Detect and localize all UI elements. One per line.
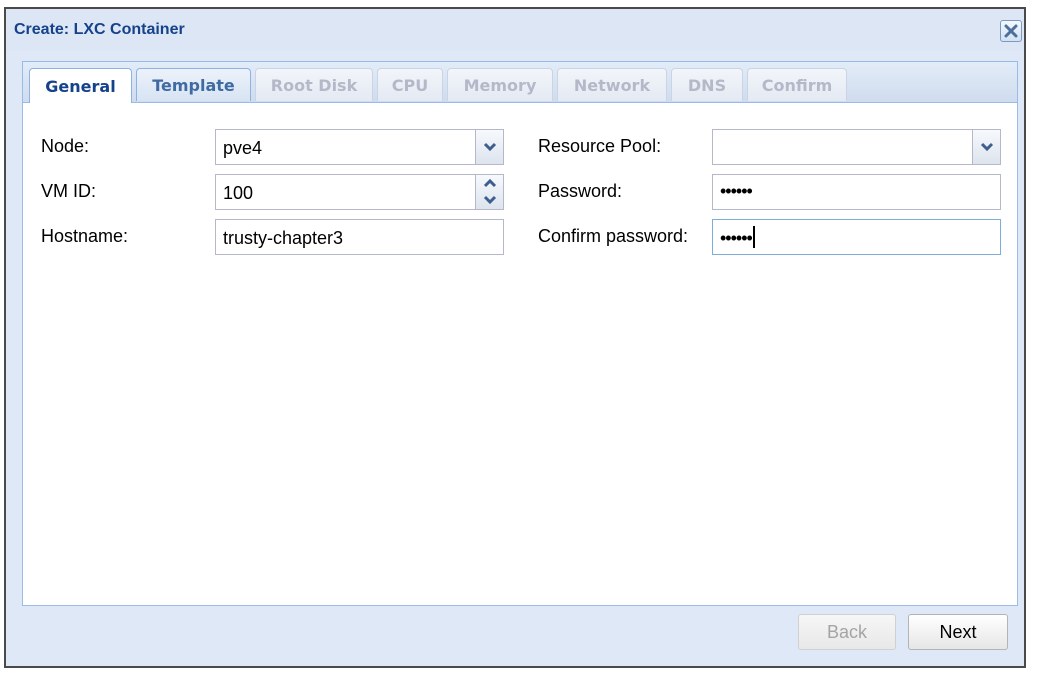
password-label: Password: (538, 181, 623, 201)
tab-root-disk[interactable]: Root Disk (255, 68, 373, 101)
node-select[interactable]: pve4 (215, 129, 504, 165)
tab-general[interactable]: General (29, 68, 132, 103)
resource-pool-label: Resource Pool: (538, 136, 662, 156)
confirm-password-label: Confirm password: (538, 226, 689, 246)
node-dropdown-trigger[interactable] (475, 130, 503, 164)
chevron-down-icon (483, 142, 496, 152)
spin-up-button[interactable] (476, 175, 503, 192)
dialog-titlebar[interactable]: Create: LXC Container (6, 9, 1024, 51)
tab-confirm[interactable]: Confirm (747, 68, 847, 101)
chevron-down-icon (980, 142, 993, 152)
close-icon (1004, 24, 1018, 38)
hostname-label: Hostname: (41, 226, 129, 246)
tab-strip: General Template Root Disk CPU Memory Ne… (23, 62, 1017, 103)
vmid-label: VM ID: (41, 181, 97, 201)
tab-panel: General Template Root Disk CPU Memory Ne… (22, 61, 1018, 606)
vmid-value: 100 (223, 183, 254, 203)
tab-network[interactable]: Network (557, 68, 667, 101)
text-caret (752, 226, 755, 248)
close-button[interactable] (1000, 20, 1022, 42)
hostname-value: trusty-chapter3 (223, 228, 344, 248)
resource-pool-dropdown-trigger[interactable] (972, 130, 1000, 164)
vmid-spinner[interactable]: 100 (215, 174, 504, 210)
next-button[interactable]: Next (908, 614, 1008, 650)
tab-dns[interactable]: DNS (671, 68, 743, 101)
back-button[interactable]: Back (798, 614, 896, 650)
chevron-down-icon (483, 195, 496, 204)
password-input[interactable]: •••••• (712, 174, 1001, 210)
node-label: Node: (41, 136, 90, 156)
confirm-password-input[interactable]: •••••• (712, 219, 1001, 255)
password-mask: •••••• (720, 181, 753, 201)
create-lxc-dialog: Create: LXC Container General Template R… (4, 7, 1026, 668)
tab-memory[interactable]: Memory (447, 68, 553, 101)
tab-cpu[interactable]: CPU (377, 68, 443, 101)
dialog-title: Create: LXC Container (14, 21, 185, 38)
hostname-input[interactable]: trusty-chapter3 (215, 219, 504, 255)
chevron-up-icon (483, 179, 496, 188)
spin-down-button[interactable] (476, 191, 503, 208)
resource-pool-select[interactable] (712, 129, 1001, 165)
tab-template[interactable]: Template (136, 68, 251, 101)
vmid-spin-buttons (475, 175, 503, 209)
confirm-password-mask: •••••• (720, 226, 755, 249)
node-value: pve4 (223, 138, 263, 158)
